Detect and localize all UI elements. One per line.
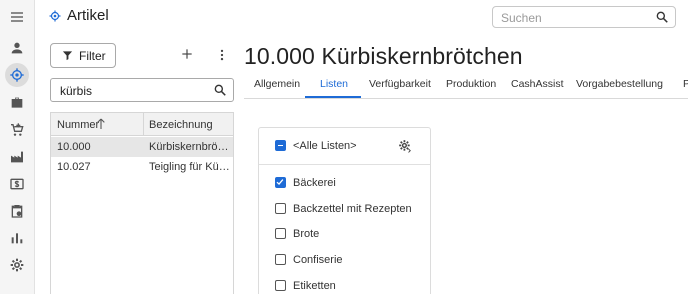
list-checkbox-confiserie[interactable]	[275, 254, 286, 265]
add-icon[interactable]	[180, 47, 194, 61]
clipboard-icon[interactable]	[8, 202, 26, 220]
list-item-label: Etiketten	[293, 280, 336, 292]
page-title: 10.000 Kürbiskernbrötchen	[244, 43, 523, 69]
top-bar: Artikel	[36, 0, 688, 34]
select-all-checkbox[interactable]	[275, 140, 286, 151]
filter-icon	[62, 51, 73, 61]
cell-description: Teigling für Kürbiskernbrötchen	[149, 161, 231, 173]
tab-listen[interactable]: Listen	[320, 78, 348, 90]
side-rail	[0, 0, 35, 294]
cell-description: Kürbiskernbrötchen	[149, 141, 231, 153]
tab-allgemein[interactable]: Allgemein	[254, 78, 300, 90]
article-icon	[49, 10, 61, 22]
article-filter-field	[50, 78, 234, 102]
tab-bar: Allgemein Listen Verfügbarkeit Produktio…	[244, 74, 688, 99]
tab-cashassist[interactable]: CashAssist	[511, 78, 564, 90]
gear-icon[interactable]	[8, 256, 26, 274]
search-icon[interactable]	[213, 83, 227, 97]
user-icon[interactable]	[8, 39, 26, 57]
bar-chart-icon[interactable]	[8, 229, 26, 247]
grid-header: Nummer Bezeichnung	[51, 113, 233, 136]
briefcase-icon[interactable]	[8, 94, 26, 112]
active-tab-indicator	[305, 96, 361, 98]
lists-header: <Alle Listen>	[259, 128, 430, 165]
list-item-label: Bäckerei	[293, 177, 336, 189]
list-item-label: Confiserie	[293, 254, 343, 266]
search-icon[interactable]	[655, 10, 669, 24]
filter-button-label: Filter	[79, 48, 106, 63]
cell-number: 10.000	[57, 141, 91, 153]
checkmark-icon	[276, 179, 284, 186]
lists-panel: <Alle Listen> Bäckerei Backzettel mit Re…	[258, 127, 431, 294]
settings-icon[interactable]	[398, 139, 412, 153]
column-header-number[interactable]: Nummer	[57, 119, 99, 131]
tab-produktion[interactable]: Produktion	[446, 78, 496, 90]
article-grid: Nummer Bezeichnung 10.000 Kürbiskernbröt…	[50, 112, 234, 294]
article-filter-input[interactable]	[60, 83, 200, 98]
column-divider[interactable]	[143, 113, 144, 136]
cart-icon[interactable]	[8, 121, 26, 139]
more-vertical-icon[interactable]	[216, 48, 228, 62]
app-title: Artikel	[67, 7, 109, 24]
column-header-description[interactable]: Bezeichnung	[149, 119, 213, 131]
tab-overflow[interactable]: P	[683, 78, 688, 90]
article-icon[interactable]	[5, 63, 29, 87]
dollar-icon[interactable]	[8, 175, 26, 193]
factory-icon[interactable]	[8, 148, 26, 166]
tab-verfuegbarkeit[interactable]: Verfügbarkeit	[369, 78, 431, 90]
menu-icon[interactable]	[8, 8, 26, 26]
filter-button[interactable]: Filter	[50, 43, 116, 68]
cell-number: 10.027	[57, 161, 91, 173]
global-search	[492, 6, 676, 28]
list-item-label: Backzettel mit Rezepten	[293, 203, 412, 215]
list-item-label: Brote	[293, 228, 320, 240]
search-input[interactable]	[501, 10, 651, 25]
list-checkbox-etiketten[interactable]	[275, 280, 286, 291]
tab-vorgabebestellung[interactable]: Vorgabebestellung	[576, 78, 663, 90]
table-row[interactable]: 10.027 Teigling für Kürbiskernbrötchen	[51, 157, 233, 177]
sort-ascending-icon[interactable]	[96, 118, 106, 130]
select-all-label: <Alle Listen>	[293, 140, 357, 152]
list-checkbox-backzettel[interactable]	[275, 203, 286, 214]
table-row[interactable]: 10.000 Kürbiskernbrötchen	[51, 137, 233, 157]
list-checkbox-baeckerei[interactable]	[275, 177, 286, 188]
list-checkbox-brote[interactable]	[275, 228, 286, 239]
